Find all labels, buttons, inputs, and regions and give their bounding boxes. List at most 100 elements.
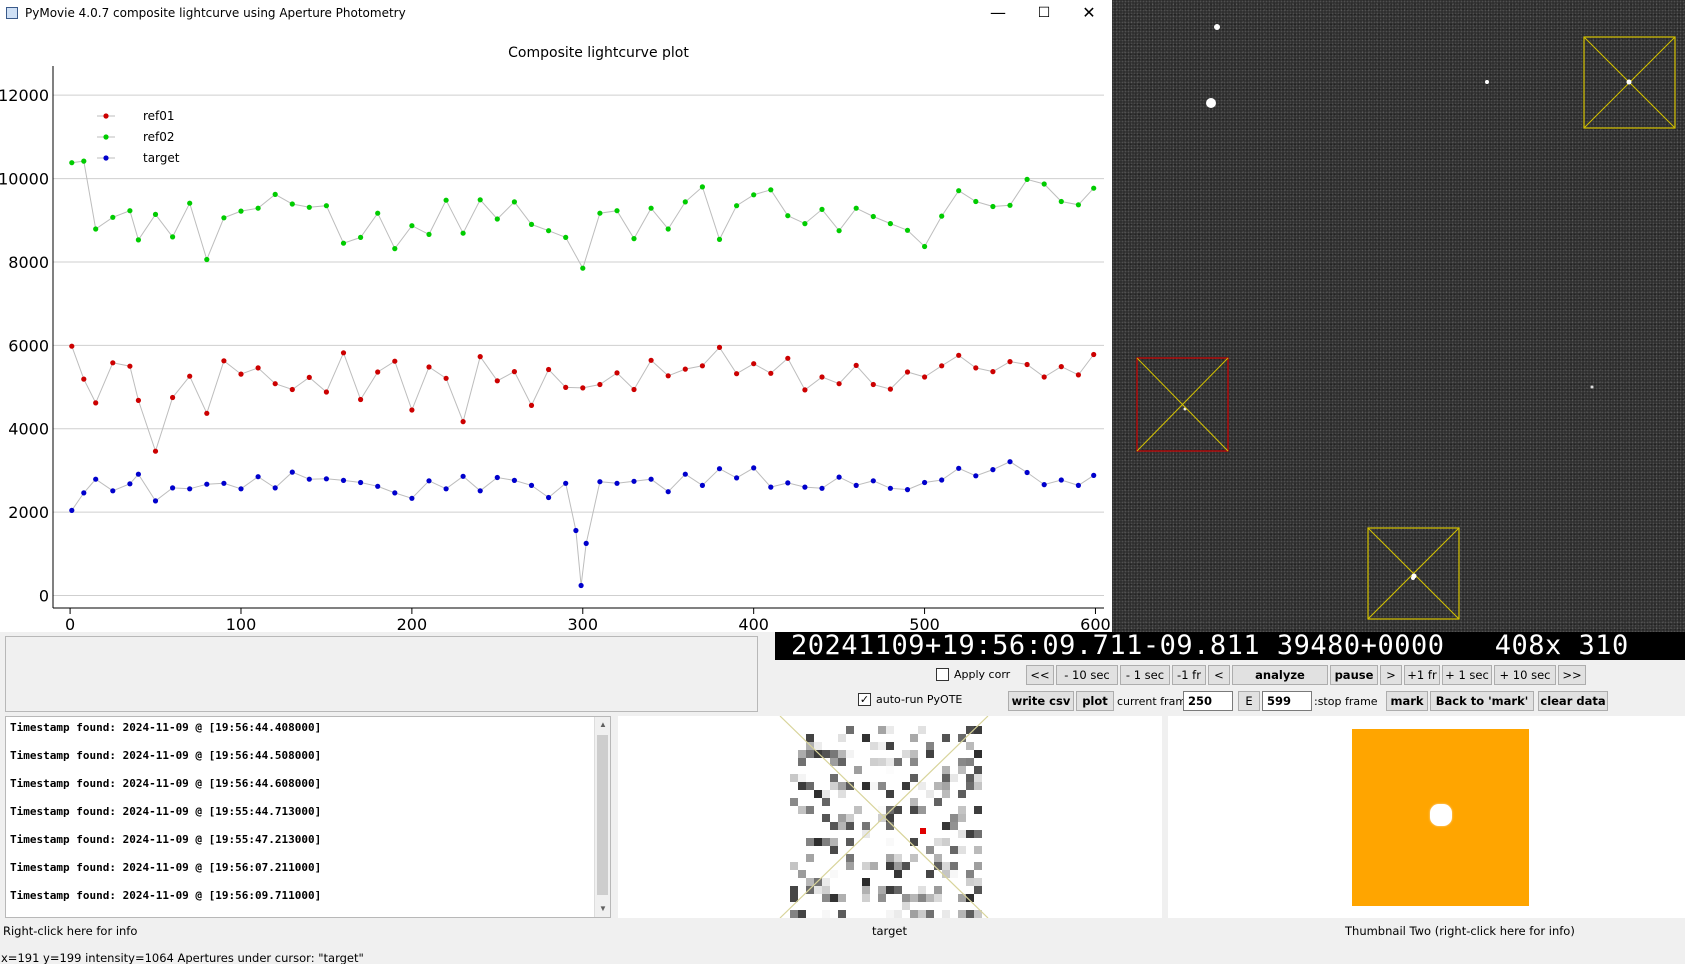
data-point-target xyxy=(69,507,75,513)
data-point-ref01 xyxy=(204,410,210,416)
forward-10-sec-button[interactable]: + 10 sec xyxy=(1494,665,1556,685)
pixel xyxy=(974,886,982,894)
data-point-ref02 xyxy=(528,221,535,227)
current-frame-input[interactable]: 250 xyxy=(1183,691,1233,711)
data-point-ref02 xyxy=(358,234,364,240)
data-point-target xyxy=(802,484,808,490)
log-scrollbar[interactable]: ▲ ▼ xyxy=(594,717,610,917)
pixel xyxy=(822,798,830,806)
pixel xyxy=(942,838,950,846)
minimize-button[interactable]: — xyxy=(975,0,1021,26)
data-point-target xyxy=(819,485,825,491)
data-point-ref01 xyxy=(1075,372,1081,378)
pixel xyxy=(790,886,798,894)
pixel xyxy=(846,854,854,862)
write-csv-button[interactable]: write csv xyxy=(1008,691,1074,711)
pixel xyxy=(798,806,806,814)
data-point-ref02 xyxy=(990,203,996,210)
pixel xyxy=(830,838,838,846)
analyze-button[interactable]: analyze xyxy=(1232,665,1328,685)
data-point-target xyxy=(494,474,500,481)
pixel xyxy=(942,774,950,782)
last-frame-button[interactable]: >> xyxy=(1558,665,1586,685)
stop-frame-input[interactable]: 599 xyxy=(1262,691,1312,711)
pixel xyxy=(838,758,846,766)
scroll-thumb[interactable] xyxy=(597,735,608,895)
close-button[interactable]: ✕ xyxy=(1066,0,1112,26)
thumbnail-one[interactable] xyxy=(618,716,1162,918)
data-point-ref01 xyxy=(546,366,552,373)
center-pixel xyxy=(920,828,926,834)
pixel xyxy=(958,806,966,814)
data-point-ref02 xyxy=(802,221,808,227)
log-text-panel[interactable]: Timestamp found: 2024-11-09 @ [19:56:44.… xyxy=(5,716,611,918)
log-line: Timestamp found: 2024-11-09 @ [19:55:47.… xyxy=(10,833,322,846)
pause-button[interactable]: pause xyxy=(1330,665,1378,685)
data-point-target xyxy=(477,488,483,494)
thumbnail-two-caption[interactable]: Thumbnail Two (right-click here for info… xyxy=(1345,924,1575,938)
data-point-target xyxy=(836,474,842,480)
pixel xyxy=(934,838,942,846)
back-10-sec-button[interactable]: - 10 sec xyxy=(1056,665,1118,685)
first-frame-button[interactable]: << xyxy=(1026,665,1054,685)
data-point-ref01 xyxy=(528,402,535,408)
data-point-ref02 xyxy=(682,199,688,205)
pixel xyxy=(798,750,806,758)
log-line: Timestamp found: 2024-11-09 @ [19:56:09.… xyxy=(10,889,322,902)
data-point-ref01 xyxy=(323,389,329,395)
mark-button[interactable]: mark xyxy=(1386,691,1428,711)
back-to-mark-button[interactable]: Back to 'mark' xyxy=(1430,691,1534,711)
data-point-ref02 xyxy=(1024,176,1030,182)
clear-data-button[interactable]: clear data xyxy=(1538,691,1608,711)
pixel xyxy=(926,742,934,750)
pixel xyxy=(958,910,966,918)
forward-1-frame-button[interactable]: +1 fr xyxy=(1404,665,1440,685)
data-point-target xyxy=(272,485,278,491)
data-point-ref01 xyxy=(580,385,586,391)
prev-button[interactable]: < xyxy=(1208,665,1230,685)
data-point-ref01 xyxy=(1024,361,1030,368)
plot-button[interactable]: plot xyxy=(1076,691,1114,711)
composite-lightcurve-chart[interactable]: Composite lightcurve plot020004000600080… xyxy=(0,26,1112,632)
pixel xyxy=(926,750,934,758)
auto-run-pyote-checkbox[interactable]: ✓ xyxy=(858,693,871,706)
data-point-target xyxy=(956,465,962,471)
title-bar[interactable]: PyMovie 4.0.7 composite lightcurve using… xyxy=(0,0,1112,26)
back-1-sec-button[interactable]: - 1 sec xyxy=(1120,665,1170,685)
scroll-down-icon[interactable]: ▼ xyxy=(595,901,610,917)
data-point-ref01 xyxy=(802,387,808,393)
pixel xyxy=(974,774,982,782)
log-caption[interactable]: Right-click here for info xyxy=(3,924,137,938)
pixel xyxy=(846,750,854,758)
aperture-ref02[interactable] xyxy=(1367,527,1460,620)
data-point-ref02 xyxy=(956,188,962,194)
data-point-ref01 xyxy=(973,365,979,371)
data-point-ref01 xyxy=(836,381,842,387)
lightcurve-plot-window: PyMovie 4.0.7 composite lightcurve using… xyxy=(0,0,1112,632)
pixel xyxy=(966,742,974,750)
apply-corr-checkbox[interactable] xyxy=(936,668,949,681)
pixel xyxy=(830,750,838,758)
aperture-target[interactable] xyxy=(1136,357,1229,452)
data-point-ref02 xyxy=(819,206,825,212)
pixel xyxy=(822,790,830,798)
pixel xyxy=(966,830,974,838)
data-point-ref02 xyxy=(922,243,928,250)
data-point-ref02 xyxy=(69,160,75,166)
maximize-button[interactable]: ☐ xyxy=(1021,0,1067,26)
forward-1-sec-button[interactable]: + 1 sec xyxy=(1442,665,1492,685)
data-point-target xyxy=(751,465,757,471)
pixel xyxy=(830,894,838,902)
data-point-target xyxy=(631,478,637,484)
data-point-ref01 xyxy=(631,386,637,393)
log-line: Timestamp found: 2024-11-09 @ [19:56:44.… xyxy=(10,721,322,734)
pixel xyxy=(950,862,958,870)
thumbnail-two[interactable] xyxy=(1168,716,1685,918)
back-1-frame-button[interactable]: -1 fr xyxy=(1172,665,1206,685)
star xyxy=(1626,79,1632,85)
next-button[interactable]: > xyxy=(1380,665,1402,685)
star-field-image[interactable] xyxy=(1112,0,1685,632)
e-button[interactable]: E xyxy=(1238,691,1260,711)
scroll-up-icon[interactable]: ▲ xyxy=(595,717,610,733)
pixel xyxy=(838,790,846,798)
